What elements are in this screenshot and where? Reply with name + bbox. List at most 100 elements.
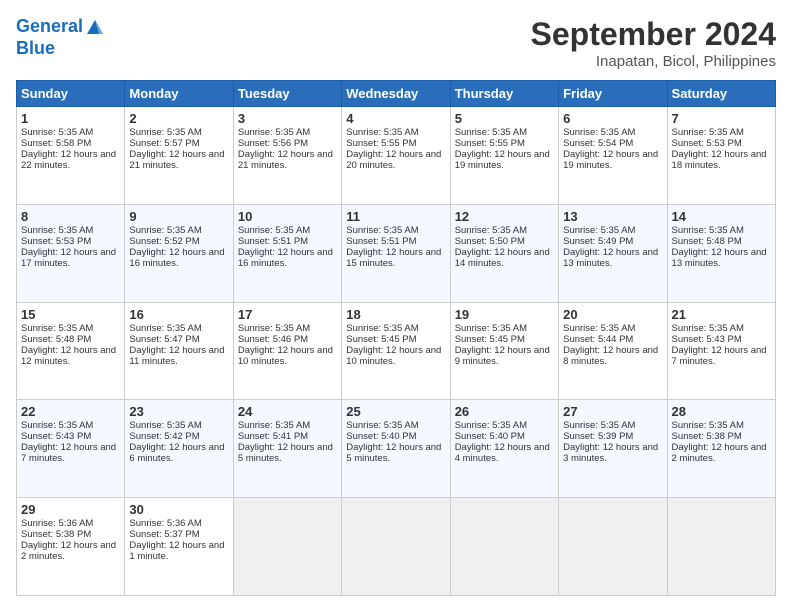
calendar-week-3: 15 Sunrise: 5:35 AM Sunset: 5:48 PM Dayl… [17, 302, 776, 400]
daylight: Daylight: 12 hours and 21 minutes. [129, 149, 224, 171]
logo-general: General [16, 16, 83, 36]
calendar-cell: 19 Sunrise: 5:35 AM Sunset: 5:45 PM Dayl… [450, 302, 558, 400]
calendar-week-1: 1 Sunrise: 5:35 AM Sunset: 5:58 PM Dayli… [17, 107, 776, 205]
sunset: Sunset: 5:53 PM [672, 138, 742, 149]
calendar-cell: 24 Sunrise: 5:35 AM Sunset: 5:41 PM Dayl… [233, 400, 341, 498]
sunrise: Sunrise: 5:35 AM [346, 225, 418, 236]
sunrise: Sunrise: 5:35 AM [563, 225, 635, 236]
sunrise: Sunrise: 5:35 AM [238, 225, 310, 236]
col-monday: Monday [125, 81, 233, 107]
calendar-cell [450, 498, 558, 596]
daylight: Daylight: 12 hours and 7 minutes. [672, 345, 767, 367]
calendar-cell: 30 Sunrise: 5:36 AM Sunset: 5:37 PM Dayl… [125, 498, 233, 596]
sunset: Sunset: 5:56 PM [238, 138, 308, 149]
sunrise: Sunrise: 5:35 AM [129, 323, 201, 334]
calendar-cell: 6 Sunrise: 5:35 AM Sunset: 5:54 PM Dayli… [559, 107, 667, 205]
day-number: 30 [129, 502, 228, 517]
day-number: 8 [21, 209, 120, 224]
sunset: Sunset: 5:51 PM [346, 236, 416, 247]
day-number: 17 [238, 307, 337, 322]
day-number: 13 [563, 209, 662, 224]
sunset: Sunset: 5:48 PM [672, 236, 742, 247]
daylight: Daylight: 12 hours and 12 minutes. [21, 345, 116, 367]
sunset: Sunset: 5:38 PM [672, 431, 742, 442]
sunrise: Sunrise: 5:35 AM [346, 127, 418, 138]
calendar-cell: 16 Sunrise: 5:35 AM Sunset: 5:47 PM Dayl… [125, 302, 233, 400]
sunset: Sunset: 5:55 PM [455, 138, 525, 149]
day-number: 21 [672, 307, 771, 322]
day-number: 23 [129, 404, 228, 419]
daylight: Daylight: 12 hours and 2 minutes. [21, 540, 116, 562]
sunset: Sunset: 5:55 PM [346, 138, 416, 149]
calendar-cell: 8 Sunrise: 5:35 AM Sunset: 5:53 PM Dayli… [17, 204, 125, 302]
sunrise: Sunrise: 5:35 AM [563, 323, 635, 334]
calendar-week-4: 22 Sunrise: 5:35 AM Sunset: 5:43 PM Dayl… [17, 400, 776, 498]
sunset: Sunset: 5:52 PM [129, 236, 199, 247]
logo-blue: Blue [16, 38, 105, 60]
daylight: Daylight: 12 hours and 11 minutes. [129, 345, 224, 367]
logo-text: General Blue [16, 16, 105, 59]
calendar-cell: 28 Sunrise: 5:35 AM Sunset: 5:38 PM Dayl… [667, 400, 775, 498]
calendar-cell [559, 498, 667, 596]
location-title: Inapatan, Bicol, Philippines [531, 53, 776, 70]
sunrise: Sunrise: 5:35 AM [238, 127, 310, 138]
day-number: 12 [455, 209, 554, 224]
title-block: September 2024 Inapatan, Bicol, Philippi… [531, 16, 776, 70]
sunset: Sunset: 5:42 PM [129, 431, 199, 442]
daylight: Daylight: 12 hours and 1 minute. [129, 540, 224, 562]
sunrise: Sunrise: 5:35 AM [563, 420, 635, 431]
sunrise: Sunrise: 5:35 AM [672, 420, 744, 431]
sunset: Sunset: 5:49 PM [563, 236, 633, 247]
daylight: Daylight: 12 hours and 15 minutes. [346, 247, 441, 269]
daylight: Daylight: 12 hours and 21 minutes. [238, 149, 333, 171]
daylight: Daylight: 12 hours and 17 minutes. [21, 247, 116, 269]
sunrise: Sunrise: 5:35 AM [455, 323, 527, 334]
day-number: 19 [455, 307, 554, 322]
col-tuesday: Tuesday [233, 81, 341, 107]
logo-icon [85, 18, 105, 36]
calendar-week-2: 8 Sunrise: 5:35 AM Sunset: 5:53 PM Dayli… [17, 204, 776, 302]
sunset: Sunset: 5:39 PM [563, 431, 633, 442]
calendar-cell: 10 Sunrise: 5:35 AM Sunset: 5:51 PM Dayl… [233, 204, 341, 302]
calendar-cell: 3 Sunrise: 5:35 AM Sunset: 5:56 PM Dayli… [233, 107, 341, 205]
sunrise: Sunrise: 5:35 AM [238, 323, 310, 334]
sunset: Sunset: 5:48 PM [21, 334, 91, 345]
col-saturday: Saturday [667, 81, 775, 107]
sunset: Sunset: 5:58 PM [21, 138, 91, 149]
day-number: 29 [21, 502, 120, 517]
calendar-cell [233, 498, 341, 596]
daylight: Daylight: 12 hours and 8 minutes. [563, 345, 658, 367]
day-number: 3 [238, 111, 337, 126]
daylight: Daylight: 12 hours and 4 minutes. [455, 442, 550, 464]
calendar-cell: 9 Sunrise: 5:35 AM Sunset: 5:52 PM Dayli… [125, 204, 233, 302]
col-wednesday: Wednesday [342, 81, 450, 107]
sunset: Sunset: 5:40 PM [455, 431, 525, 442]
calendar-cell: 4 Sunrise: 5:35 AM Sunset: 5:55 PM Dayli… [342, 107, 450, 205]
calendar-cell [667, 498, 775, 596]
sunrise: Sunrise: 5:35 AM [455, 420, 527, 431]
day-number: 10 [238, 209, 337, 224]
day-number: 4 [346, 111, 445, 126]
sunset: Sunset: 5:50 PM [455, 236, 525, 247]
calendar-cell: 7 Sunrise: 5:35 AM Sunset: 5:53 PM Dayli… [667, 107, 775, 205]
calendar-header-row: Sunday Monday Tuesday Wednesday Thursday… [17, 81, 776, 107]
sunrise: Sunrise: 5:35 AM [21, 420, 93, 431]
day-number: 15 [21, 307, 120, 322]
day-number: 7 [672, 111, 771, 126]
calendar-cell: 15 Sunrise: 5:35 AM Sunset: 5:48 PM Dayl… [17, 302, 125, 400]
sunset: Sunset: 5:38 PM [21, 529, 91, 540]
sunrise: Sunrise: 5:35 AM [455, 127, 527, 138]
sunrise: Sunrise: 5:35 AM [346, 323, 418, 334]
calendar-cell: 18 Sunrise: 5:35 AM Sunset: 5:45 PM Dayl… [342, 302, 450, 400]
sunset: Sunset: 5:43 PM [672, 334, 742, 345]
daylight: Daylight: 12 hours and 6 minutes. [129, 442, 224, 464]
calendar-cell: 2 Sunrise: 5:35 AM Sunset: 5:57 PM Dayli… [125, 107, 233, 205]
calendar-cell: 27 Sunrise: 5:35 AM Sunset: 5:39 PM Dayl… [559, 400, 667, 498]
sunrise: Sunrise: 5:35 AM [672, 127, 744, 138]
calendar-cell [342, 498, 450, 596]
sunrise: Sunrise: 5:35 AM [672, 225, 744, 236]
page: General Blue September 2024 Inapatan, Bi… [0, 0, 792, 612]
day-number: 22 [21, 404, 120, 419]
daylight: Daylight: 12 hours and 14 minutes. [455, 247, 550, 269]
calendar-cell: 23 Sunrise: 5:35 AM Sunset: 5:42 PM Dayl… [125, 400, 233, 498]
